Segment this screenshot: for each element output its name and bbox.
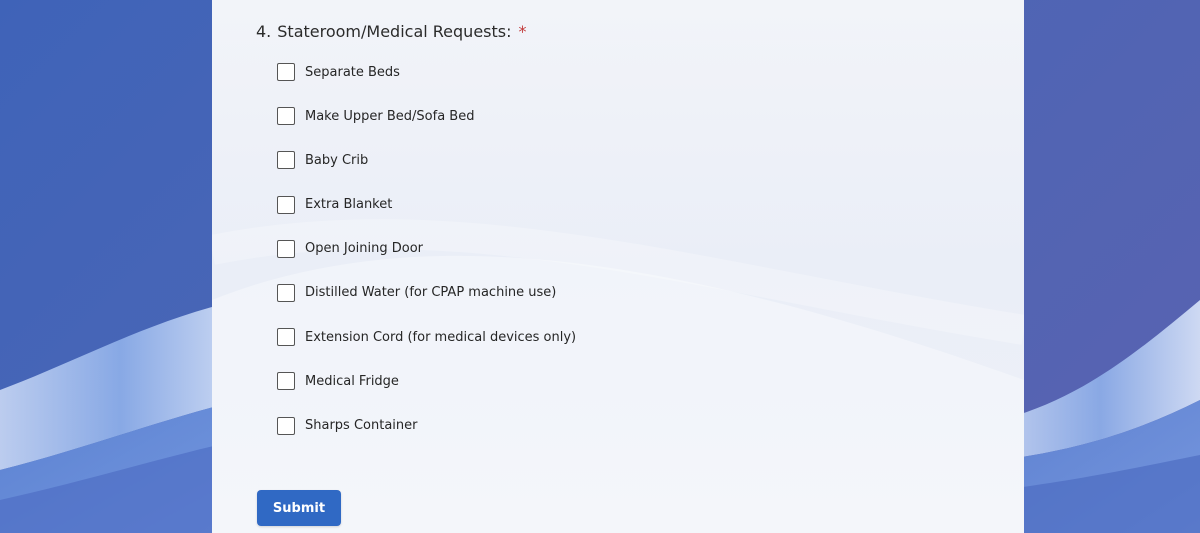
checkbox[interactable]	[277, 63, 295, 81]
option-label: Separate Beds	[305, 64, 400, 80]
checkbox[interactable]	[277, 328, 295, 347]
option-extension-cord[interactable]: Extension Cord (for medical devices only…	[277, 327, 576, 347]
option-extra-blanket[interactable]: Extra Blanket	[277, 195, 576, 215]
checkbox[interactable]	[277, 372, 295, 391]
checkbox[interactable]	[277, 107, 295, 126]
option-label: Distilled Water (for CPAP machine use)	[305, 285, 557, 301]
checkbox[interactable]	[277, 283, 295, 302]
submit-button[interactable]: Submit	[257, 490, 341, 526]
checkbox[interactable]	[277, 195, 295, 214]
option-label: Sharps Container	[305, 418, 418, 433]
required-indicator: *	[518, 22, 527, 41]
option-open-joining-door[interactable]: Open Joining Door	[277, 239, 576, 259]
option-make-upper-bed[interactable]: Make Upper Bed/Sofa Bed	[277, 106, 576, 126]
option-label: Make Upper Bed/Sofa Bed	[305, 108, 475, 124]
option-label: Baby Crib	[305, 152, 369, 168]
option-label: Open Joining Door	[305, 241, 423, 257]
option-medical-fridge[interactable]: Medical Fridge	[277, 371, 576, 391]
checkbox[interactable]	[277, 151, 295, 170]
checkbox[interactable]	[277, 416, 295, 435]
option-separate-beds[interactable]: Separate Beds	[277, 62, 576, 82]
question-text: Stateroom/Medical Requests:	[277, 22, 512, 41]
option-distilled-water[interactable]: Distilled Water (for CPAP machine use)	[277, 283, 576, 303]
question-title: 4. Stateroom/Medical Requests: *	[256, 22, 527, 41]
options-list: Separate Beds Make Upper Bed/Sofa Bed Ba…	[277, 62, 576, 460]
checkbox[interactable]	[277, 239, 295, 258]
option-label: Extra Blanket	[305, 197, 393, 213]
option-sharps-container[interactable]: Sharps Container	[277, 416, 576, 436]
option-label: Extension Cord (for medical devices only…	[305, 329, 577, 345]
option-baby-crib[interactable]: Baby Crib	[277, 150, 576, 170]
option-label: Medical Fridge	[305, 373, 399, 389]
question-number: 4.	[256, 22, 272, 41]
form-card: 4. Stateroom/Medical Requests: * Separat…	[212, 0, 1024, 533]
